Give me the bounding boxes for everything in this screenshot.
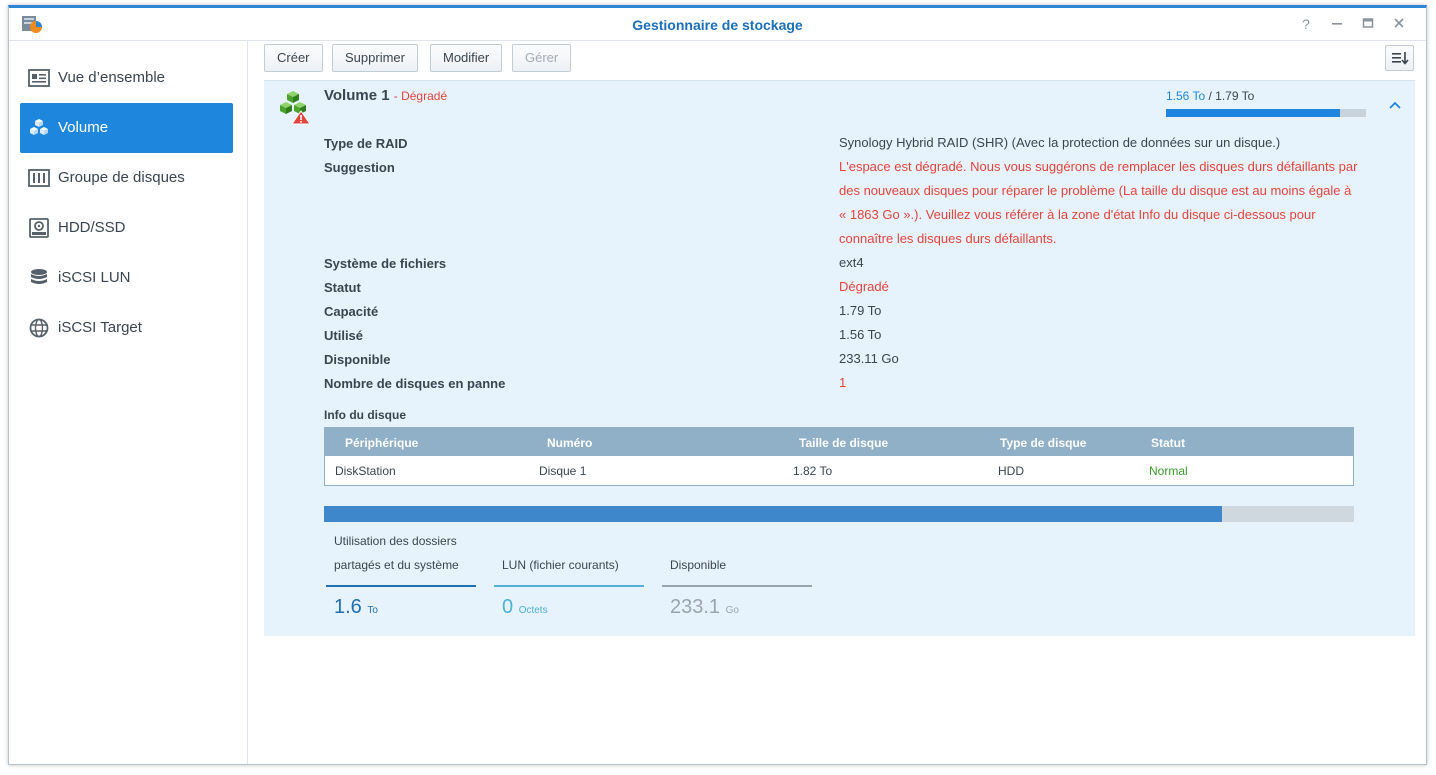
create-button[interactable]: Créer	[264, 44, 323, 72]
maximize-icon[interactable]	[1359, 15, 1377, 33]
volume-usage-summary: 1.56 To / 1.79 To	[1166, 89, 1254, 103]
legend-value: 0 Octets	[502, 596, 548, 618]
legend-value: 233.1 Go	[670, 596, 739, 618]
column-header-device[interactable]: Périphérique	[345, 436, 418, 450]
legend-shared-folders: Utilisation des dossiers partagés et du …	[326, 529, 476, 618]
used-label: Utilisé	[324, 328, 364, 343]
sidebar-item-label: iSCSI LUN	[58, 269, 131, 286]
usage-used: 1.56 To	[1166, 89, 1206, 103]
volume-status-inline: - Dégradé	[393, 89, 448, 103]
legend-label: LUN (fichier courants)	[502, 558, 619, 572]
legend-available: Disponible 233.1 Go	[662, 529, 812, 618]
column-header-disk-size[interactable]: Taille de disque	[799, 436, 888, 450]
sort-button[interactable]	[1385, 45, 1414, 71]
disk-info-title: Info du disque	[324, 408, 406, 422]
database-icon	[31, 269, 47, 284]
capacity-value: 1.79 To	[839, 303, 882, 318]
disk-info-table: Périphérique Numéro Taille de disque Typ…	[324, 427, 1354, 486]
usage-separator: /	[1205, 89, 1216, 103]
usage-total: 1.79 To	[1215, 89, 1255, 103]
overview-icon	[28, 69, 50, 87]
failed-disks-label: Nombre de disques en panne	[324, 376, 506, 391]
used-value: 1.56 To	[839, 327, 882, 342]
legend-value: 1.6 To	[334, 596, 378, 618]
globe-icon	[29, 318, 49, 338]
status-label: Statut	[324, 280, 361, 295]
status-value: Dégradé	[839, 279, 889, 294]
manage-button[interactable]: Gérer	[512, 44, 572, 72]
suggestion-value: L'espace est dégradé. Nous vous suggéron…	[839, 159, 1358, 246]
volume-degraded-icon	[280, 91, 311, 125]
cell-number: Disque 1	[539, 464, 587, 478]
volume-panel: Volume 1 - Dégradé 1.56 To / 1.79 To Typ…	[264, 80, 1415, 636]
volume-name: Volume 1	[324, 87, 390, 104]
legend-line	[326, 585, 476, 587]
minimize-icon[interactable]	[1328, 15, 1346, 33]
sidebar-item-label: Vue d’ensemble	[58, 69, 166, 86]
delete-button[interactable]: Supprimer	[332, 44, 418, 72]
available-value: 233.11 Go	[839, 351, 899, 366]
legend-lun: LUN (fichier courants) 0 Octets	[494, 529, 644, 618]
title-bar[interactable]: Gestionnaire de stockage ?	[9, 8, 1426, 41]
sidebar-item-label: HDD/SSD	[58, 219, 126, 236]
column-header-number[interactable]: Numéro	[547, 436, 592, 450]
sidebar-item-hdd-ssd[interactable]: HDD/SSD	[20, 203, 233, 253]
sidebar: Vue d’ensemble Volume Groupe de disques	[9, 41, 248, 764]
capacity-label: Capacité	[324, 304, 379, 319]
help-icon[interactable]: ?	[1297, 15, 1315, 33]
sidebar-item-label: iSCSI Target	[58, 319, 142, 336]
column-header-disk-type[interactable]: Type de disque	[1000, 436, 1086, 450]
raid-type-value: Synology Hybrid RAID (SHR) (Avec la prot…	[839, 135, 1281, 150]
volume-title: Volume 1 - Dégradé	[324, 87, 447, 104]
sort-icon	[1392, 52, 1409, 65]
disk-group-icon	[28, 169, 50, 187]
suggestion-label: Suggestion	[324, 160, 395, 175]
failed-disks-value: 1	[839, 375, 847, 390]
window-title: Gestionnaire de stockage	[632, 17, 803, 33]
filesystem-value: ext4	[839, 255, 864, 270]
storage-manager-window: Gestionnaire de stockage ? Vue d’ensembl…	[8, 5, 1427, 765]
modify-button[interactable]: Modifier	[430, 44, 503, 72]
cell-disk-size: 1.82 To	[793, 464, 833, 478]
sidebar-item-overview[interactable]: Vue d’ensemble	[20, 53, 233, 103]
volume-usage-bar-fill	[1166, 109, 1340, 117]
chevron-up-icon	[1389, 101, 1401, 109]
cell-device: DiskStation	[335, 464, 396, 478]
legend-line	[662, 585, 812, 587]
legend-line	[494, 585, 644, 587]
sidebar-item-volume[interactable]: Volume	[20, 103, 233, 153]
sidebar-item-iscsi-target[interactable]: iSCSI Target	[20, 303, 233, 353]
sidebar-item-label: Groupe de disques	[58, 169, 185, 186]
storage-usage-bar-fill	[324, 506, 1223, 522]
toolbar: Créer Supprimer Modifier Gérer	[264, 41, 1426, 78]
available-label: Disponible	[324, 352, 391, 367]
cell-status: Normal	[1149, 464, 1188, 478]
raid-type-label: Type de RAID	[324, 136, 408, 151]
table-row[interactable]: DiskStation Disque 1 1.82 To HDD Normal	[325, 456, 1353, 485]
column-header-status[interactable]: Statut	[1151, 436, 1185, 450]
sidebar-item-iscsi-lun[interactable]: iSCSI LUN	[20, 253, 233, 303]
table-header: Périphérique Numéro Taille de disque Typ…	[325, 428, 1353, 456]
sidebar-item-disk-group[interactable]: Groupe de disques	[20, 153, 233, 203]
volume-cubes-icon	[30, 119, 48, 135]
legend-label: Disponible	[670, 558, 727, 572]
filesystem-label: Système de fichiers	[324, 256, 447, 271]
sidebar-item-label: Volume	[58, 119, 109, 136]
close-icon[interactable]	[1390, 15, 1408, 33]
storage-usage-bar	[324, 506, 1354, 522]
cell-disk-type: HDD	[998, 464, 1024, 478]
collapse-toggle[interactable]	[1387, 97, 1403, 113]
hdd-icon	[29, 218, 49, 238]
volume-usage-bar	[1166, 109, 1366, 117]
legend-label: Utilisation des dossiers partagés et du …	[334, 534, 459, 572]
